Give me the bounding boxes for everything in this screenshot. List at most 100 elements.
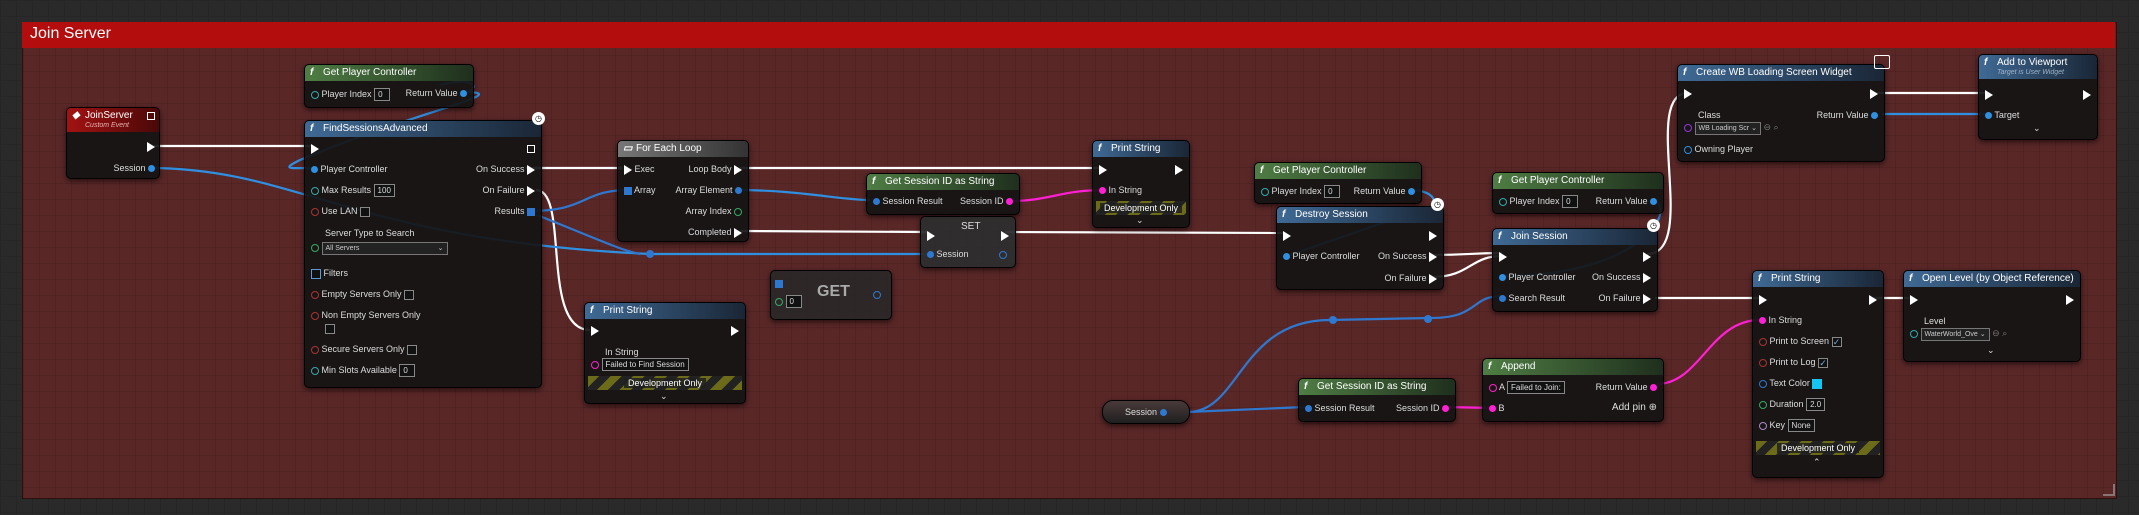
create-widget-node[interactable]: f Create WB Loading Screen Widget Class W… xyxy=(1677,64,1885,162)
join-session-node[interactable]: f Join Session Player Controller Search R… xyxy=(1492,228,1658,312)
session-result-pin[interactable] xyxy=(873,198,880,206)
exec-out-pin[interactable] xyxy=(2066,294,2074,305)
text-color-pin[interactable] xyxy=(1759,379,1767,388)
array-index-pin[interactable] xyxy=(734,207,742,216)
print-string-node-1[interactable]: f Print String In String Failed to Find S… xyxy=(584,302,746,404)
get-session-id-node-1[interactable]: f Get Session ID as String Session Result… xyxy=(866,173,1020,215)
comment-header[interactable]: Join Server xyxy=(22,22,2115,48)
get-player-controller-node-1[interactable]: f Get Player Controller Player Index 0 Re… xyxy=(304,64,474,108)
min-slots-pin[interactable] xyxy=(311,366,319,375)
exec-in-pin[interactable] xyxy=(1283,230,1291,241)
player-controller-pin[interactable] xyxy=(1499,274,1506,282)
non-empty-only-pin[interactable] xyxy=(311,311,319,320)
browse-icon[interactable]: ⊖ ⌕ xyxy=(1992,328,2007,338)
exec-in-pin[interactable] xyxy=(624,164,632,175)
append-node[interactable]: f Append A Failed to Join: B Return Value… xyxy=(1482,358,1664,422)
server-type-pin[interactable] xyxy=(311,243,319,252)
reroute-node[interactable] xyxy=(646,250,654,258)
return-value-pin[interactable] xyxy=(460,90,467,98)
level-dropdown[interactable]: WaterWorld_Ove ⌄ xyxy=(1920,328,1990,341)
duration-input[interactable]: 2.0 xyxy=(1806,398,1826,412)
in-string-pin[interactable] xyxy=(1759,317,1766,325)
session-out-pin[interactable] xyxy=(1159,409,1167,417)
chevron-down-icon[interactable]: ⌄ xyxy=(660,391,668,402)
print-screen-checkbox[interactable]: ✓ xyxy=(1831,336,1842,347)
reroute-node[interactable] xyxy=(1424,315,1432,323)
exec-out-pin[interactable] xyxy=(527,145,535,153)
print-log-checkbox[interactable]: ✓ xyxy=(1818,357,1829,368)
empty-only-checkbox[interactable] xyxy=(404,289,415,300)
index-pin[interactable] xyxy=(775,297,783,306)
return-value-pin[interactable] xyxy=(1650,384,1657,392)
exec-in-pin[interactable] xyxy=(1684,88,1692,99)
print-string-node-3[interactable]: f Print String In String Print to Screen … xyxy=(1752,270,1884,478)
exec-in-pin[interactable] xyxy=(1910,294,1918,305)
open-level-node[interactable]: f Open Level (by Object Reference) Level … xyxy=(1903,270,2081,362)
exec-in-pin[interactable] xyxy=(1499,251,1507,262)
find-sessions-advanced-node[interactable]: f FindSessionsAdvanced Player Controller … xyxy=(304,120,542,388)
comment-resize-handle[interactable] xyxy=(2103,484,2115,496)
key-input[interactable]: None xyxy=(1787,419,1815,433)
use-lan-pin[interactable] xyxy=(311,207,319,216)
player-index-pin[interactable] xyxy=(1261,187,1269,196)
class-pin[interactable] xyxy=(1684,123,1692,132)
set-session-node[interactable]: SET Session xyxy=(920,216,1016,268)
min-slots-input[interactable]: 0 xyxy=(399,364,416,378)
output-pin[interactable] xyxy=(873,290,881,299)
exec-out-pin[interactable] xyxy=(1175,164,1183,175)
add-pin-button[interactable]: Add pin xyxy=(1612,402,1646,413)
reroute-node[interactable] xyxy=(1329,316,1337,324)
session-out-pin[interactable] xyxy=(999,250,1007,259)
max-results-input[interactable]: 100 xyxy=(373,184,395,198)
exec-in-pin[interactable] xyxy=(1099,164,1107,175)
join-server-event-node[interactable]: ◆ JoinServer Custom Event Session xyxy=(66,107,160,179)
level-pin[interactable] xyxy=(1910,329,1918,338)
use-lan-checkbox[interactable] xyxy=(360,206,371,217)
get-session-id-node-2[interactable]: f Get Session ID as String Session Result… xyxy=(1298,378,1456,422)
exec-out-pin[interactable] xyxy=(2083,89,2091,100)
results-array-pin[interactable] xyxy=(527,207,535,216)
destroy-session-node[interactable]: f Destroy Session Player Controller On Su… xyxy=(1276,206,1444,290)
get-player-controller-node-2[interactable]: f Get Player Controller Player Index 0 Re… xyxy=(1254,162,1422,204)
exec-out-pin[interactable] xyxy=(1643,251,1651,262)
close-icon[interactable] xyxy=(147,112,155,120)
return-value-pin[interactable] xyxy=(1871,112,1878,120)
exec-out-pin[interactable] xyxy=(731,325,739,336)
in-string-pin[interactable] xyxy=(591,360,599,369)
exec-in-pin[interactable] xyxy=(927,230,935,241)
on-success-pin[interactable] xyxy=(1643,272,1651,283)
exec-out-pin[interactable] xyxy=(1429,230,1437,241)
exec-out-pin[interactable] xyxy=(1869,294,1877,305)
target-pin[interactable] xyxy=(1985,112,1992,120)
array-input-pin[interactable] xyxy=(775,279,783,288)
on-success-pin[interactable] xyxy=(527,164,535,175)
print-string-node-2[interactable]: f Print String In String Development Only… xyxy=(1092,140,1190,228)
chevron-down-icon[interactable]: ⌄ xyxy=(1136,215,1144,226)
chevron-down-icon[interactable]: ⌄ xyxy=(1987,345,1995,356)
on-failure-pin[interactable] xyxy=(1643,293,1651,304)
session-pin[interactable] xyxy=(148,165,155,173)
session-variable-node[interactable]: Session xyxy=(1102,400,1190,424)
print-log-pin[interactable] xyxy=(1759,358,1767,367)
browse-icon[interactable]: ⊖ ⌕ xyxy=(1763,122,1778,132)
on-failure-pin[interactable] xyxy=(527,185,535,196)
a-pin[interactable] xyxy=(1489,383,1497,392)
on-success-pin[interactable] xyxy=(1429,251,1437,262)
for-each-loop-node[interactable]: ▭ For Each Loop Exec Array Loop Body Arra… xyxy=(617,140,749,242)
exec-in-pin[interactable] xyxy=(1759,294,1767,305)
player-index-input[interactable]: 0 xyxy=(1562,195,1579,209)
player-controller-pin[interactable] xyxy=(1283,253,1290,261)
exec-in-pin[interactable] xyxy=(311,143,319,154)
player-controller-pin[interactable] xyxy=(311,166,318,174)
exec-out-pin[interactable] xyxy=(147,141,155,152)
get-array-node[interactable]: GET 0 xyxy=(770,270,892,320)
exec-in-pin[interactable] xyxy=(1985,89,1993,100)
chevron-up-icon[interactable]: ⌃ xyxy=(1813,457,1821,468)
session-id-pin[interactable] xyxy=(1442,405,1449,413)
return-value-pin[interactable] xyxy=(1408,188,1415,196)
index-input[interactable]: 0 xyxy=(785,295,802,309)
secure-only-pin[interactable] xyxy=(311,345,319,354)
exec-out-pin[interactable] xyxy=(1870,88,1878,99)
array-element-pin[interactable] xyxy=(735,187,742,195)
player-index-input[interactable]: 0 xyxy=(1324,185,1341,199)
